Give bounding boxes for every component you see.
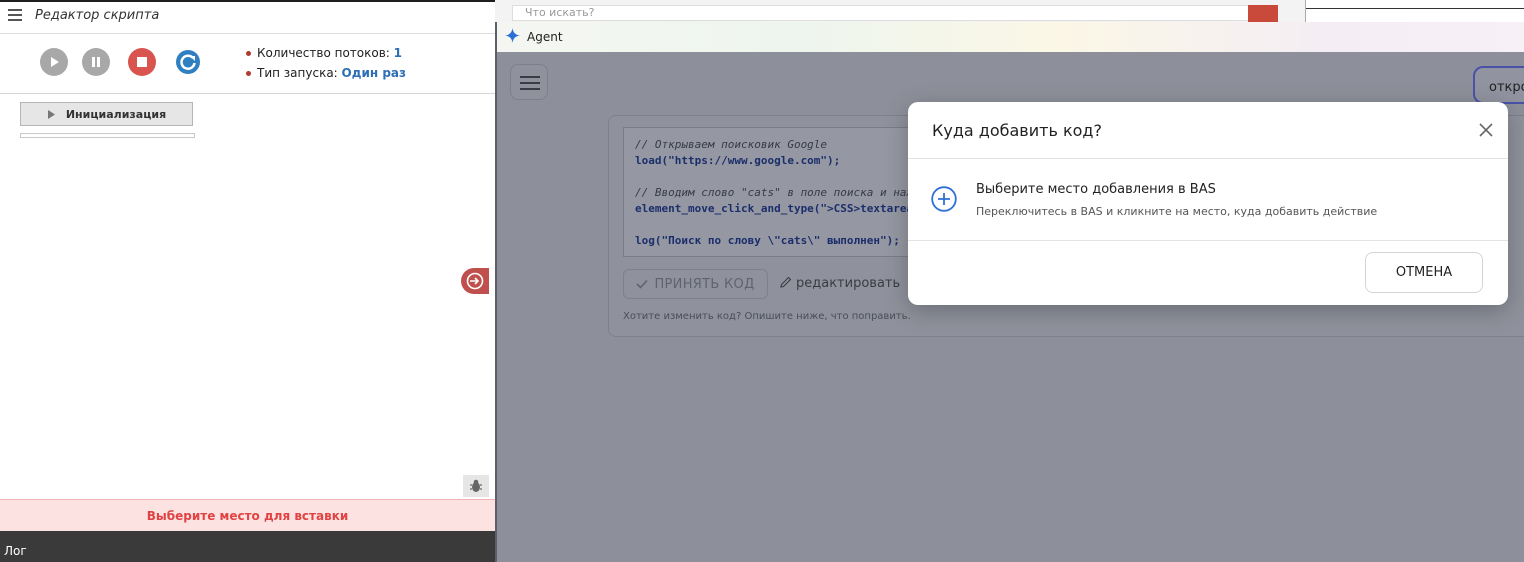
play-button[interactable] xyxy=(40,48,68,76)
code-line: element_move_click_and_type(">CSS>textar… xyxy=(635,202,914,215)
menu-icon-line xyxy=(520,82,540,84)
pencil-icon xyxy=(780,276,792,288)
init-block[interactable]: Инициализация xyxy=(20,102,193,126)
bug-icon xyxy=(470,479,482,492)
restart-icon xyxy=(176,50,200,74)
menu-icon[interactable] xyxy=(8,9,22,21)
editor-title: Редактор скрипта xyxy=(35,8,160,23)
collapse-icon xyxy=(466,272,484,290)
stop-button[interactable] xyxy=(128,48,156,76)
divider xyxy=(908,240,1508,241)
code-line: log("Поиск по слову \"cats\" выполнен"); xyxy=(635,234,900,247)
search-input[interactable]: Что искать? xyxy=(512,5,1252,21)
edit-label: редактировать xyxy=(796,276,901,291)
check-icon xyxy=(636,279,649,289)
log-panel[interactable]: Лог xyxy=(0,531,495,562)
stop-icon xyxy=(137,57,147,67)
insert-banner: Выберите место для вставки xyxy=(0,499,495,532)
launch-value[interactable]: Один раз xyxy=(342,66,406,80)
edit-button[interactable]: редактировать xyxy=(780,276,900,291)
open-button[interactable]: откро xyxy=(1473,66,1524,104)
pause-button[interactable] xyxy=(82,48,110,76)
divider xyxy=(1306,8,1524,9)
code-block: // Открываем поисковик Google load("http… xyxy=(623,127,923,257)
close-icon[interactable] xyxy=(1478,122,1494,138)
option-title[interactable]: Выберите место добавления в BAS xyxy=(976,182,1216,197)
play-icon xyxy=(51,57,59,67)
divider xyxy=(908,158,1508,159)
debug-button[interactable] xyxy=(463,475,489,497)
accept-code-button[interactable]: ПРИНЯТЬ КОД xyxy=(623,269,768,299)
bullet xyxy=(246,51,251,56)
accept-code-label: ПРИНЯТЬ КОД xyxy=(654,276,755,292)
agent-title: Agent xyxy=(527,30,563,44)
cancel-button[interactable]: ОТМЕНА xyxy=(1365,252,1483,293)
play-icon xyxy=(47,109,55,119)
threads-label: Количество потоков: xyxy=(257,46,390,60)
menu-icon-line xyxy=(520,88,540,90)
plus-circle-icon[interactable] xyxy=(931,186,957,212)
agent-menu-button[interactable] xyxy=(510,64,548,100)
change-hint: Хотите изменить код? Опишите ниже, что п… xyxy=(623,311,911,322)
dialog-title: Куда добавить код? xyxy=(932,121,1102,140)
launch-info: Тип запуска: Один раз xyxy=(246,66,406,80)
code-line: // Открываем поисковик Google xyxy=(635,138,828,151)
launch-label: Тип запуска: xyxy=(257,66,338,80)
bullet xyxy=(246,71,251,76)
search-button[interactable] xyxy=(1248,5,1278,22)
sparkle-icon xyxy=(505,28,520,43)
code-line: // Вводим слово "cats" в поле поиска и н… xyxy=(635,186,914,199)
agent-titlebar xyxy=(497,22,1524,52)
menu-icon xyxy=(520,76,540,78)
option-subtitle: Переключитесь в BAS и кликните на место,… xyxy=(976,205,1378,218)
init-block-label: Инициализация xyxy=(65,107,167,121)
restart-button[interactable] xyxy=(174,48,202,76)
pause-icon xyxy=(92,57,100,67)
collapse-button[interactable] xyxy=(461,268,489,294)
code-line: load("https://www.google.com"); xyxy=(635,154,841,167)
threads-value[interactable]: 1 xyxy=(394,46,402,60)
editor-toolbar xyxy=(0,33,495,94)
threads-info: Количество потоков: 1 xyxy=(246,46,402,60)
insert-slot[interactable] xyxy=(20,133,195,138)
